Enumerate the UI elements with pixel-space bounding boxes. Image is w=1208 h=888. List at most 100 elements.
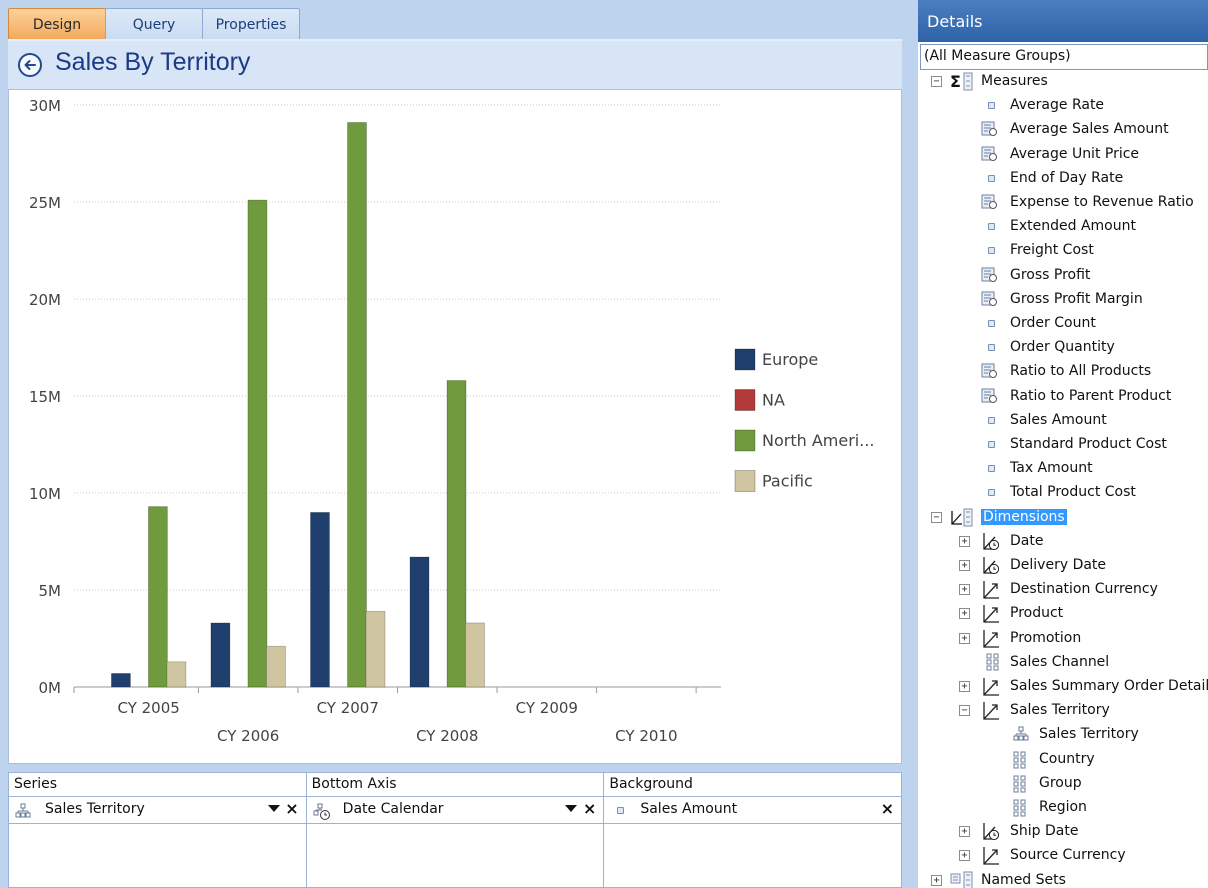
background-field[interactable]: Sales Amount × xyxy=(604,797,902,824)
expand-icon[interactable]: + xyxy=(959,632,970,644)
tree-node-dimension-sales-channel[interactable]: Sales Channel xyxy=(918,651,1208,675)
dropdown-arrow-icon[interactable] xyxy=(267,805,280,812)
expand-icon[interactable]: + xyxy=(959,850,970,862)
tree-node-label: Dimensions xyxy=(981,508,1067,525)
tree-node-measure-order-count[interactable]: Order Count xyxy=(918,312,1208,336)
tree-node-measure-end-of-day-rate[interactable]: End of Day Rate xyxy=(918,167,1208,191)
tree-node-measure-standard-product-cost[interactable]: Standard Product Cost xyxy=(918,433,1208,457)
chart-area[interactable]: 0M 5M 10M 15M 20M 25M 30M CY 2005 CY 2006 CY 200… xyxy=(8,89,902,764)
tree-node-measure-ratio-to-parent-product[interactable]: Ratio to Parent Product xyxy=(918,385,1208,409)
time-dimension-icon xyxy=(981,532,1001,556)
tree-node-territory-sales-territory[interactable]: Sales Territory xyxy=(918,723,1208,747)
bar-europe-cy-2007[interactable] xyxy=(310,511,330,688)
background-field-label: Sales Amount xyxy=(640,801,738,817)
tree-node-measure-freight-cost[interactable]: Freight Cost xyxy=(918,239,1208,263)
legend-item-europe[interactable]: Europe xyxy=(734,348,818,371)
calculated-measure-icon xyxy=(981,291,997,311)
x-tick-label: CY 2009 xyxy=(516,699,578,717)
tree-node-measure-ratio-to-all-products[interactable]: Ratio to All Products xyxy=(918,360,1208,384)
expand-icon[interactable]: + xyxy=(959,535,970,547)
bar-europe-cy-2005[interactable] xyxy=(111,673,131,688)
tree-node-dimension-sales-territory[interactable]: − Sales Territory xyxy=(918,699,1208,723)
tree-node-dimension-date[interactable]: + Date xyxy=(918,530,1208,554)
tree-node-measure-average-unit-price[interactable]: Average Unit Price xyxy=(918,143,1208,167)
bar-pacific-cy-2005[interactable] xyxy=(166,661,187,688)
tree-node-measure-tax-amount[interactable]: Tax Amount xyxy=(918,457,1208,481)
tree-node-dimension-promotion[interactable]: + Promotion xyxy=(918,627,1208,651)
remove-icon[interactable]: × xyxy=(881,799,894,818)
tree-node-dimension-destination-currency[interactable]: + Destination Currency xyxy=(918,578,1208,602)
bar-north-ameri-cy-2005[interactable] xyxy=(148,506,168,688)
time-dimension-icon xyxy=(981,822,1001,846)
y-axis: 0M 5M 10M 15M 20M 25M 30M xyxy=(29,97,61,697)
expand-icon[interactable]: + xyxy=(931,874,942,886)
bottom-axis-field[interactable]: Date Calendar × xyxy=(306,797,604,824)
legend-item-north-ameri[interactable]: North Ameri... xyxy=(734,429,875,452)
tree-node-dimension-delivery-date[interactable]: + Delivery Date xyxy=(918,554,1208,578)
tree-node-measure-order-quantity[interactable]: Order Quantity xyxy=(918,336,1208,360)
tree-node-label: Ratio to Parent Product xyxy=(1010,387,1172,404)
tree-node-measure-expense-to-revenue-ratio[interactable]: Expense to Revenue Ratio xyxy=(918,191,1208,215)
sigma-icon: Σ xyxy=(950,72,976,96)
bar-north-ameri-cy-2007[interactable] xyxy=(347,122,367,688)
tree-node-label: Freight Cost xyxy=(1010,242,1094,259)
tree-node-measure-average-rate[interactable]: Average Rate xyxy=(918,94,1208,118)
dropdown-arrow-icon[interactable] xyxy=(565,805,578,812)
expand-icon[interactable]: + xyxy=(959,584,970,596)
collapse-icon[interactable]: − xyxy=(959,705,970,717)
hierarchy-icon xyxy=(1013,726,1029,746)
measure-group-select[interactable]: (All Measure Groups) xyxy=(920,44,1208,70)
legend-item-na[interactable]: NA xyxy=(734,389,785,411)
tree-node-dimension-ship-date[interactable]: + Ship Date xyxy=(918,820,1208,844)
remove-icon[interactable]: × xyxy=(583,799,596,818)
tab-properties[interactable]: Properties xyxy=(202,8,300,40)
tree-node-dimensions[interactable]: − Dimensions xyxy=(918,506,1208,530)
tree-node-measure-sales-amount[interactable]: Sales Amount xyxy=(918,409,1208,433)
collapse-icon[interactable]: − xyxy=(931,511,942,523)
bar-north-ameri-cy-2008[interactable] xyxy=(446,380,467,688)
bar-pacific-cy-2006[interactable] xyxy=(266,645,286,688)
tree-node-measure-total-product-cost[interactable]: Total Product Cost xyxy=(918,481,1208,505)
tree-node-dimension-sales-summary-order-details[interactable]: + Sales Summary Order Details xyxy=(918,675,1208,699)
designer-tabs: Design Query Properties xyxy=(8,8,300,40)
background-zone[interactable]: Background Sales Amount × xyxy=(604,773,902,887)
tree-node-measures[interactable]: − Σ Measures xyxy=(918,70,1208,94)
expand-icon[interactable]: + xyxy=(959,681,970,692)
legend-label: Europe xyxy=(762,350,818,369)
tree-node-measure-gross-profit[interactable]: Gross Profit xyxy=(918,264,1208,288)
tree-node-dimension-source-currency[interactable]: + Source Currency xyxy=(918,844,1208,868)
tree-node-measure-average-sales-amount[interactable]: Average Sales Amount xyxy=(918,118,1208,142)
tree-node-territory-country[interactable]: Country xyxy=(918,748,1208,772)
tree-node-territory-group[interactable]: Group xyxy=(918,772,1208,796)
series-field[interactable]: Sales Territory × xyxy=(9,797,306,824)
bar-north-ameri-cy-2006[interactable] xyxy=(247,199,268,688)
back-button[interactable] xyxy=(18,53,42,77)
attribute-icon xyxy=(1013,751,1027,773)
pane-splitter[interactable] xyxy=(910,0,918,888)
bar-europe-cy-2006[interactable] xyxy=(210,622,231,688)
tree-node-label: Country xyxy=(1039,750,1095,767)
tree-node-dimension-product[interactable]: + Product xyxy=(918,602,1208,626)
bar-europe-cy-2008[interactable] xyxy=(409,556,430,688)
collapse-icon[interactable]: − xyxy=(931,76,942,87)
bottom-axis-zone[interactable]: Bottom Axis Date Calendar × xyxy=(306,773,605,887)
y-tick-label: 5M xyxy=(39,582,62,600)
expand-icon[interactable]: + xyxy=(959,826,970,838)
tree-node-label: End of Day Rate xyxy=(1010,169,1124,186)
tab-query[interactable]: Query xyxy=(105,8,203,40)
attribute-icon xyxy=(1013,799,1027,821)
tree-node-label: Product xyxy=(1010,605,1064,622)
remove-icon[interactable]: × xyxy=(285,799,298,818)
tree-node-measure-gross-profit-margin[interactable]: Gross Profit Margin xyxy=(918,288,1208,312)
tree-node-label: Promotion xyxy=(1010,629,1082,646)
legend-item-pacific[interactable]: Pacific xyxy=(734,470,813,492)
expand-icon[interactable]: + xyxy=(959,560,970,571)
bar-pacific-cy-2008[interactable] xyxy=(465,622,485,688)
series-zone[interactable]: Series Sales Territory × xyxy=(9,773,307,887)
expand-icon[interactable]: + xyxy=(959,608,970,620)
tab-design[interactable]: Design xyxy=(8,8,106,40)
tree-node-named-sets[interactable]: + Named Sets xyxy=(918,869,1208,888)
tree-node-territory-region[interactable]: Region xyxy=(918,796,1208,820)
bar-pacific-cy-2007[interactable] xyxy=(365,610,386,688)
tree-node-measure-extended-amount[interactable]: Extended Amount xyxy=(918,215,1208,239)
